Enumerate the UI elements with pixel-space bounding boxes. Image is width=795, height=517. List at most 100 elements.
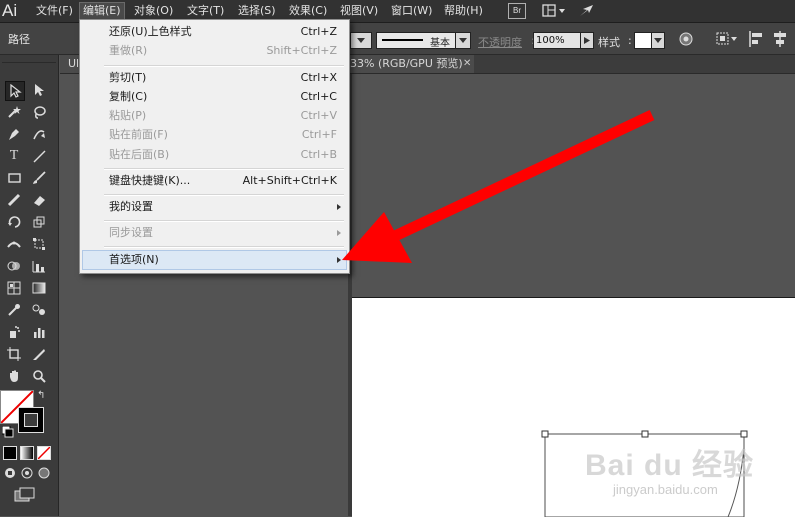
opacity-label[interactable]: 不透明度: [478, 34, 522, 50]
style-label: 样式: [598, 36, 620, 49]
pencil-tool-icon[interactable]: [5, 191, 23, 209]
gradient-mode-button[interactable]: [20, 446, 34, 460]
sync-icon[interactable]: [578, 3, 596, 19]
menu-item-redo[interactable]: 重做(R): [109, 42, 147, 60]
draw-normal-icon[interactable]: [3, 467, 17, 479]
document-tab-active[interactable]: 33% (RGB/GPU 预览): [348, 55, 474, 73]
workspace-layout-icon[interactable]: [542, 4, 566, 18]
screen-mode-icon[interactable]: [14, 487, 36, 503]
stroke-swatch[interactable]: [18, 407, 44, 433]
menu-separator: [104, 220, 344, 222]
tools-panel-grip[interactable]: [2, 57, 56, 63]
menu-item-paste-in-back[interactable]: 贴在后面(B): [109, 146, 169, 164]
pen-tool-icon[interactable]: [5, 125, 23, 143]
menu-edit[interactable]: 编辑(E): [79, 2, 125, 20]
menu-item-my-settings[interactable]: 我的设置: [109, 198, 153, 216]
draw-inside-icon[interactable]: [37, 467, 51, 479]
eyedropper-tool-icon[interactable]: [5, 301, 23, 319]
shape-builder-tool-icon[interactable]: [5, 257, 23, 275]
menu-window[interactable]: 窗口(W): [388, 3, 435, 19]
zoom-tool-icon[interactable]: [30, 367, 48, 385]
rotate-tool-icon[interactable]: [5, 213, 23, 231]
opacity-input[interactable]: 100%: [533, 32, 581, 49]
menu-object[interactable]: 对象(O): [131, 3, 176, 19]
column-graph-tool-icon[interactable]: [30, 323, 48, 341]
menu-help[interactable]: 帮助(H): [441, 3, 486, 19]
line-segment-tool-icon[interactable]: [30, 147, 48, 165]
recolor-artwork-icon[interactable]: [678, 31, 694, 47]
color-mode-button[interactable]: [3, 446, 17, 460]
free-transform-tool-icon[interactable]: [30, 235, 48, 253]
menu-select[interactable]: 选择(S): [235, 3, 279, 19]
menu-item-preferences[interactable]: 首选项(N): [109, 251, 159, 269]
align-center-icon[interactable]: [772, 30, 788, 48]
edit-menu-dropdown: 还原(U)上色样式 Ctrl+Z 重做(R) Shift+Ctrl+Z 剪切(T…: [79, 19, 350, 274]
menu-separator: [104, 65, 344, 67]
menu-type[interactable]: 文字(T): [184, 3, 227, 19]
draw-behind-icon[interactable]: [20, 467, 34, 479]
style-colon: :: [628, 34, 632, 47]
stroke-profile-label: 基本: [430, 38, 450, 49]
selection-type-label: 路径: [8, 33, 30, 46]
shortcut-keyboard-shortcuts: Alt+Shift+Ctrl+K: [242, 174, 337, 187]
scale-tool-icon[interactable]: [30, 213, 48, 231]
gradient-tool-icon[interactable]: [30, 279, 48, 297]
graphic-style-dropdown[interactable]: [651, 32, 665, 49]
menu-item-paste-in-front[interactable]: 贴在前面(F): [109, 126, 168, 144]
menu-item-cut[interactable]: 剪切(T): [109, 69, 146, 87]
slice-tool-icon[interactable]: [30, 345, 48, 363]
magic-wand-tool-icon[interactable]: [5, 103, 23, 121]
submenu-arrow-icon: [337, 204, 341, 210]
menu-item-copy[interactable]: 复制(C): [109, 88, 147, 106]
stroke-profile-dropdown[interactable]: [455, 32, 471, 49]
stroke-weight-dropdown[interactable]: [350, 32, 372, 49]
shortcut-paste-in-front: Ctrl+F: [301, 128, 337, 141]
menu-icon-gutter: [80, 20, 102, 273]
tools-panel: T ↰: [0, 55, 59, 516]
close-tab-icon[interactable]: ✕: [463, 55, 475, 73]
blend-tool-icon[interactable]: [30, 301, 48, 319]
watermark-brand: Bai du 经验: [585, 449, 755, 482]
perspective-grid-tool-icon[interactable]: [30, 257, 48, 275]
menu-view[interactable]: 视图(V): [337, 3, 381, 19]
menu-item-paste[interactable]: 粘贴(P): [109, 107, 146, 125]
shortcut-redo: Shift+Ctrl+Z: [266, 44, 337, 57]
menu-item-undo[interactable]: 还原(U)上色样式: [109, 23, 192, 41]
opacity-slider-toggle[interactable]: [580, 32, 594, 49]
shortcut-cut: Ctrl+X: [300, 71, 337, 84]
menu-separator: [104, 168, 344, 170]
align-left-icon[interactable]: [748, 30, 764, 48]
menu-file[interactable]: 文件(F): [33, 3, 76, 19]
menu-item-sync-settings[interactable]: 同步设置: [109, 224, 153, 242]
bridge-button[interactable]: Br: [508, 3, 526, 19]
shortcut-undo: Ctrl+Z: [300, 25, 337, 38]
swap-fill-stroke-icon[interactable]: ↰: [37, 390, 49, 402]
width-tool-icon[interactable]: [5, 235, 23, 253]
menu-separator: [104, 246, 344, 248]
app-logo: Ai: [2, 1, 18, 20]
paintbrush-tool-icon[interactable]: [30, 169, 48, 187]
submenu-arrow-icon: [337, 230, 341, 236]
type-tool-icon[interactable]: T: [5, 147, 23, 165]
lasso-tool-icon[interactable]: [30, 103, 48, 121]
menu-separator: [104, 194, 344, 196]
menu-effect[interactable]: 效果(C): [286, 3, 330, 19]
baidu-watermark: Bai du 经验 jingyan.baidu.com: [585, 440, 775, 510]
eraser-tool-icon[interactable]: [30, 191, 48, 209]
shortcut-copy: Ctrl+C: [300, 90, 337, 103]
align-to-icon[interactable]: [715, 31, 739, 47]
none-mode-button[interactable]: [37, 446, 51, 460]
direct-selection-tool-icon[interactable]: [30, 81, 48, 99]
selection-tool-icon[interactable]: [5, 81, 25, 101]
menu-item-keyboard-shortcuts[interactable]: 键盘快捷键(K)...: [109, 172, 190, 190]
symbol-sprayer-tool-icon[interactable]: [5, 323, 23, 341]
default-fill-stroke-icon[interactable]: [1, 425, 14, 438]
rectangle-tool-icon[interactable]: [5, 169, 23, 187]
hand-tool-icon[interactable]: [5, 367, 23, 385]
curvature-tool-icon[interactable]: [30, 125, 48, 143]
artboard-tool-icon[interactable]: [5, 345, 23, 363]
mesh-tool-icon[interactable]: [5, 279, 23, 297]
document-tab-title: 33% (RGB/GPU 预览): [350, 57, 463, 70]
graphic-style-swatch[interactable]: [634, 32, 652, 49]
submenu-arrow-icon: [337, 257, 341, 263]
